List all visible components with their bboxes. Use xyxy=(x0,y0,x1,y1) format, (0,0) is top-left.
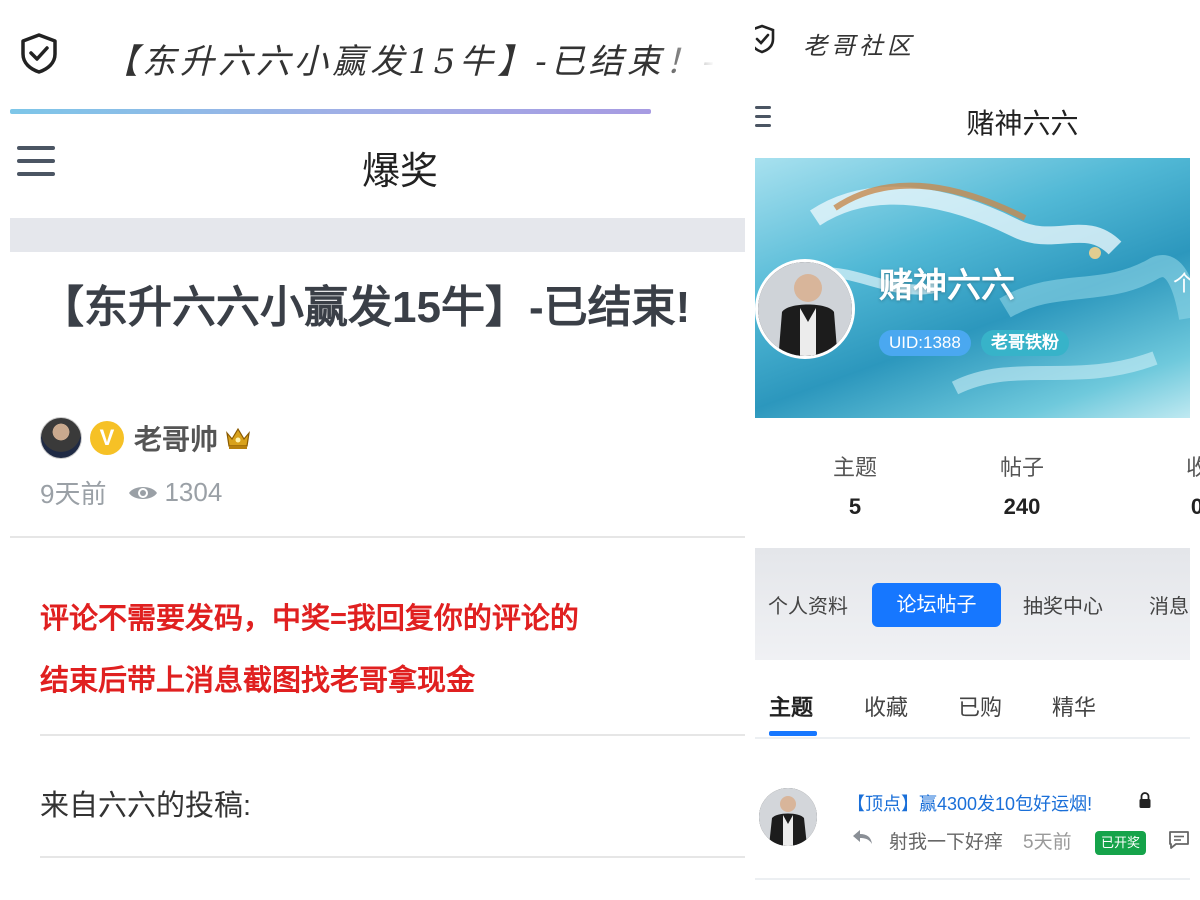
banner-arrow[interactable]: 个 xyxy=(1173,266,1190,298)
menu-forum-posts[interactable]: 论坛帖子 xyxy=(872,583,1001,627)
subtab-purchased[interactable]: 已购 xyxy=(958,690,1002,722)
stat-label: 收 xyxy=(1185,455,1200,480)
post-username[interactable]: 射我一下好痒 xyxy=(889,827,1003,854)
post-time: 9天前 xyxy=(40,479,107,509)
subtab-active-indicator xyxy=(769,731,817,736)
lock-icon xyxy=(1139,792,1151,808)
fan-level-badge: 老哥铁粉 xyxy=(981,330,1069,356)
profile-avatar[interactable] xyxy=(755,259,855,359)
profile-stats: 主题 5 帖子 240 收 0 xyxy=(755,450,1200,530)
stat-value: 5 xyxy=(848,494,862,519)
post-body-line-2: 结束后带上消息截图找老哥拿现金 xyxy=(40,665,476,697)
profile-name: 赌神六六 xyxy=(879,267,1015,305)
post-author-avatar[interactable] xyxy=(759,788,817,846)
post-source-text: 来自六六的投稿: xyxy=(40,790,252,822)
stat-value: 0 xyxy=(1190,494,1200,519)
stat-label: 帖子 xyxy=(999,455,1044,480)
stat-label: 主题 xyxy=(832,455,877,480)
crown-icon xyxy=(226,427,250,449)
post-time: 5天前 xyxy=(1023,832,1072,853)
divider xyxy=(10,536,745,538)
page-header-title: 赌神六六 xyxy=(966,108,1079,139)
subtab-topics[interactable]: 主题 xyxy=(769,690,813,722)
menu-profile[interactable]: 个人资料 xyxy=(768,590,848,619)
divider xyxy=(755,737,1190,739)
menu-lottery-center[interactable]: 抽奖中心 xyxy=(1023,590,1103,619)
subtab-featured[interactable]: 精华 xyxy=(1052,690,1096,722)
shield-check-icon[interactable] xyxy=(18,32,60,74)
post-title: 【东升六六小赢发15牛】-已结束! xyxy=(40,283,691,332)
menu-messages[interactable]: 消息 xyxy=(1149,590,1189,619)
avatar-photo xyxy=(759,788,817,846)
author-row[interactable]: V 老哥帅 xyxy=(40,417,252,459)
tab-title-fade xyxy=(655,28,715,78)
author-avatar[interactable] xyxy=(40,417,82,459)
list-item[interactable]: 【顶点】赢4300发10包好运烟! 射我一下好痒 5天前 已开奖 xyxy=(755,770,1190,870)
vip-badge: V xyxy=(90,421,124,455)
uid-badge: UID:1388 xyxy=(879,330,971,356)
page-load-progress-bar xyxy=(10,109,651,114)
subtab-favorites[interactable]: 收藏 xyxy=(864,690,908,722)
comment-icon[interactable] xyxy=(1168,830,1190,850)
browser-tab-bar: 【东升六六小赢发15牛】-已结束！-爆 xyxy=(0,0,745,105)
stat-collections[interactable]: 收 0 xyxy=(1137,450,1200,520)
post-title-link[interactable]: 【顶点】赢4300发10包好运烟! xyxy=(847,790,1092,816)
profile-banner: 赌神六六 个 UID:1388 老哥铁粉 xyxy=(755,158,1190,418)
page-header-title: 爆奖 xyxy=(361,151,438,193)
stat-topics[interactable]: 主题 5 xyxy=(795,450,915,520)
tab-title: 【东升六六小赢发15牛】-已结束！-爆 xyxy=(104,42,714,82)
stat-posts[interactable]: 帖子 240 xyxy=(962,450,1082,520)
status-badge: 已开奖 xyxy=(1095,831,1147,855)
shield-check-icon[interactable] xyxy=(755,24,775,54)
divider xyxy=(40,856,745,858)
divider xyxy=(755,878,1190,880)
post-meta: 9天前 1304 xyxy=(40,474,222,511)
app-name: 老哥社区 xyxy=(803,32,915,60)
view-count: 1304 xyxy=(164,477,223,507)
eye-icon xyxy=(129,486,158,499)
stat-value: 240 xyxy=(1003,494,1041,519)
author-name[interactable]: 老哥帅 xyxy=(134,418,218,458)
left-screen: 【东升六六小赢发15牛】-已结束！-爆 爆奖 【东升六六小赢发15牛】-已结束!… xyxy=(0,0,745,900)
divider xyxy=(40,734,745,736)
header-separator xyxy=(10,218,745,252)
right-screen: 老哥社区 赌神六六 赌神六六 个 UID:1388 老哥铁粉 主题 5 帖子 2… xyxy=(755,0,1200,900)
post-body-line-1: 评论不需要发码，中奖=我回复你的评论的 xyxy=(40,603,579,635)
reply-icon[interactable] xyxy=(851,828,873,846)
